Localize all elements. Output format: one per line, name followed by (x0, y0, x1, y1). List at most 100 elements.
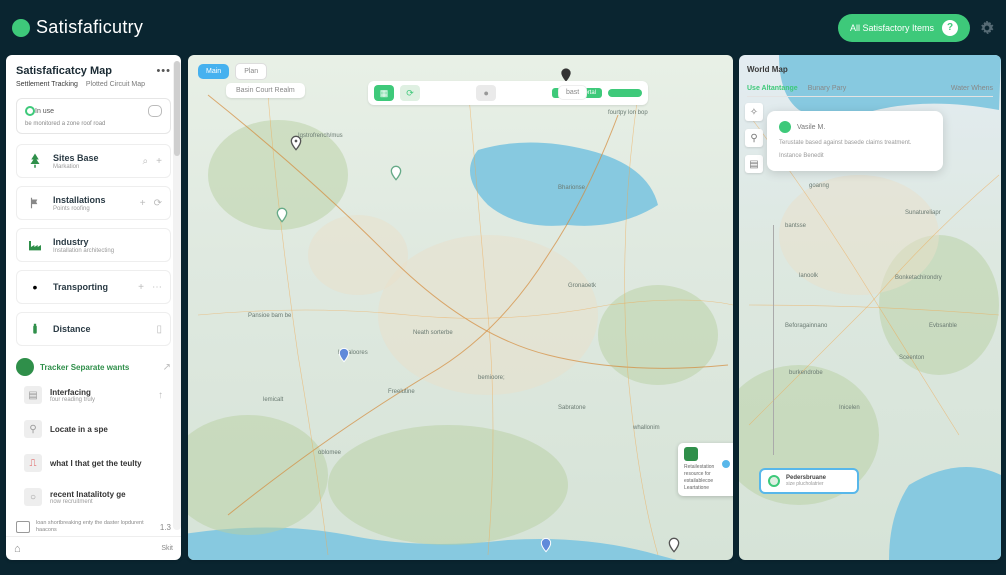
home-icon[interactable]: ⌂ (14, 543, 21, 555)
refresh-icon[interactable]: ⟳ (154, 198, 162, 209)
map-marker[interactable] (288, 133, 304, 153)
map-label: Igstrofrench/mus (298, 133, 343, 139)
scroll-thumb[interactable] (174, 61, 180, 156)
map-label: Beforagainnano (785, 323, 827, 329)
map-breadcrumb[interactable]: Basin Court Realm (226, 83, 305, 98)
map-label: Gronaoetk (568, 283, 596, 289)
map-label: bantsse (785, 223, 806, 229)
map-label: Sabratone (558, 405, 586, 411)
right-side-toolbar: ✧ ⚲ ▤ (745, 103, 763, 173)
section-badge-icon (16, 358, 34, 376)
up-icon[interactable]: ↑ (158, 390, 163, 401)
sidebar-footer: ⌂ Skit (6, 536, 181, 560)
item-title: what I that get the teulty (50, 459, 163, 468)
hint-text: be monitored a zone roof road (25, 121, 162, 127)
map-label: goanng (809, 183, 829, 189)
right-map[interactable]: goanng bantsse Sunatureliapr lanoolk Bon… (739, 55, 1001, 560)
tool-refresh[interactable]: ⟳ (400, 85, 420, 101)
map-marker[interactable] (388, 163, 404, 183)
factory-icon (25, 235, 45, 255)
layers-icon: ▤ (24, 386, 42, 404)
sidebar-card-sites[interactable]: Sites Base Markation ⌕ + (16, 144, 171, 178)
card-title: Distance (53, 324, 148, 334)
card-title: Transporting (53, 282, 130, 292)
search-icon[interactable]: ⌕ (143, 156, 149, 167)
location-dot-icon[interactable] (720, 458, 732, 470)
map-label: Bonketachirondry (895, 275, 942, 281)
map-label: Pansioe bam be (248, 313, 291, 319)
main-map[interactable]: Igstrofrench/mus fourtpy lon bop Bharion… (188, 55, 733, 560)
section-item-what[interactable]: ⎍ what I that get the teulty (16, 450, 171, 476)
app-logo[interactable]: Satisfaficutry (12, 17, 143, 38)
logo-badge-icon (12, 19, 30, 37)
settings-icon[interactable] (980, 21, 994, 35)
sidebar-scrollbar[interactable] (173, 61, 181, 530)
map-label: Sunatureliapr (905, 210, 941, 216)
sidebar-hint-box[interactable]: In use be monitored a zone roof road (16, 98, 171, 134)
toolbar-chip-2[interactable]: bast (558, 85, 587, 100)
section-item-interfacing[interactable]: ▤ Interfacing four reading truly ↑ (16, 382, 171, 408)
flag-icon (25, 193, 45, 213)
compass-icon[interactable]: ✧ (745, 103, 763, 121)
map-label: bemioore; (478, 375, 505, 381)
right-map-tabs: Use Altantange Bunary Pary Water Whens (747, 85, 993, 97)
pin-icon[interactable]: ⚲ (745, 129, 763, 147)
map-marker[interactable] (538, 535, 554, 555)
map-label: Sceenton (899, 355, 924, 361)
sidebar-card-installations[interactable]: Installations Points roofing + ⟳ (16, 186, 171, 220)
sidebar-card-distance[interactable]: Distance ▯ (16, 312, 171, 346)
open-icon[interactable]: ↗ (163, 362, 171, 373)
top-status-pill[interactable]: All Satisfactory Items ? (838, 14, 970, 42)
plus-icon[interactable]: + (138, 282, 144, 293)
map-marker[interactable] (666, 535, 682, 555)
map-label: Neath sorterbe (413, 330, 453, 336)
map-marker[interactable] (336, 345, 352, 365)
map-tab-main[interactable]: Main (198, 64, 229, 79)
map-label: burkendrobe (789, 370, 823, 376)
sidebar-section-head: Tracker Separate wants ↗ (16, 358, 171, 376)
bookmark-icon[interactable]: ▯ (156, 324, 162, 335)
item-title: Interfacing (50, 388, 150, 397)
chat-icon[interactable] (148, 105, 162, 117)
section-item-recent[interactable]: ○ recent Inatalitoty ge now recruitment (16, 484, 171, 510)
dot-icon: • (25, 277, 45, 297)
sidebar-card-transporting[interactable]: • Transporting + ⋯ (16, 270, 171, 304)
map-label: Evbsanble (929, 323, 957, 329)
right-location-popup[interactable]: Pedersbruane size plucholatrier (759, 468, 859, 494)
sidebar-menu-icon[interactable]: ••• (156, 65, 171, 77)
toolbar-slider[interactable] (608, 89, 642, 97)
plus-icon[interactable]: + (156, 156, 162, 167)
tree-icon (25, 151, 45, 171)
rtab-use[interactable]: Use Altantange (747, 85, 798, 92)
tool-marker[interactable]: ● (476, 85, 496, 101)
card-title: Sites Base (53, 153, 135, 163)
card-title: Installations (53, 195, 132, 205)
section-item-locate[interactable]: ⚲ Locate in a spe (16, 416, 171, 442)
more-icon[interactable]: ⋯ (152, 282, 162, 293)
map-label: lanoolk (799, 273, 818, 279)
item-sub: now recruitment (50, 499, 163, 505)
sidebar-subtab-1[interactable]: Settlement Tracking (16, 81, 78, 88)
sidebar-subtab-2[interactable]: Plotted Circuit Map (86, 81, 145, 88)
tooltip-line1: Terustate based against basede claims tr… (779, 139, 931, 148)
layers-icon[interactable]: ▤ (745, 155, 763, 173)
tool-layers[interactable]: ▦ (374, 85, 394, 101)
right-map-header: World Map (747, 65, 993, 74)
map-tab-plan[interactable]: Plan (235, 63, 267, 80)
top-pill-label: All Satisfactory Items (850, 23, 934, 33)
location-dot-icon (768, 475, 780, 487)
foot-version: 1.3 (160, 523, 171, 532)
right-tooltip: Vasile M. Terustate based against basede… (767, 111, 943, 171)
right-map-title: World Map (747, 65, 788, 74)
topbar: Satisfaficutry All Satisfactory Items ? (0, 0, 1006, 55)
help-icon[interactable]: ? (942, 20, 958, 36)
rtab-water[interactable]: Water Whens (951, 85, 993, 92)
rtab-bunary[interactable]: Bunary Pary (808, 85, 847, 92)
plus-icon[interactable]: + (140, 198, 146, 209)
map-label: Inicelen (839, 405, 860, 411)
sidebar-card-industry[interactable]: Industry Installation architecting (16, 228, 171, 262)
popup-line: estailablecoe (684, 478, 732, 485)
map-marker[interactable] (274, 205, 290, 225)
radio-icon[interactable] (25, 106, 35, 116)
status-dot-icon (779, 121, 791, 133)
